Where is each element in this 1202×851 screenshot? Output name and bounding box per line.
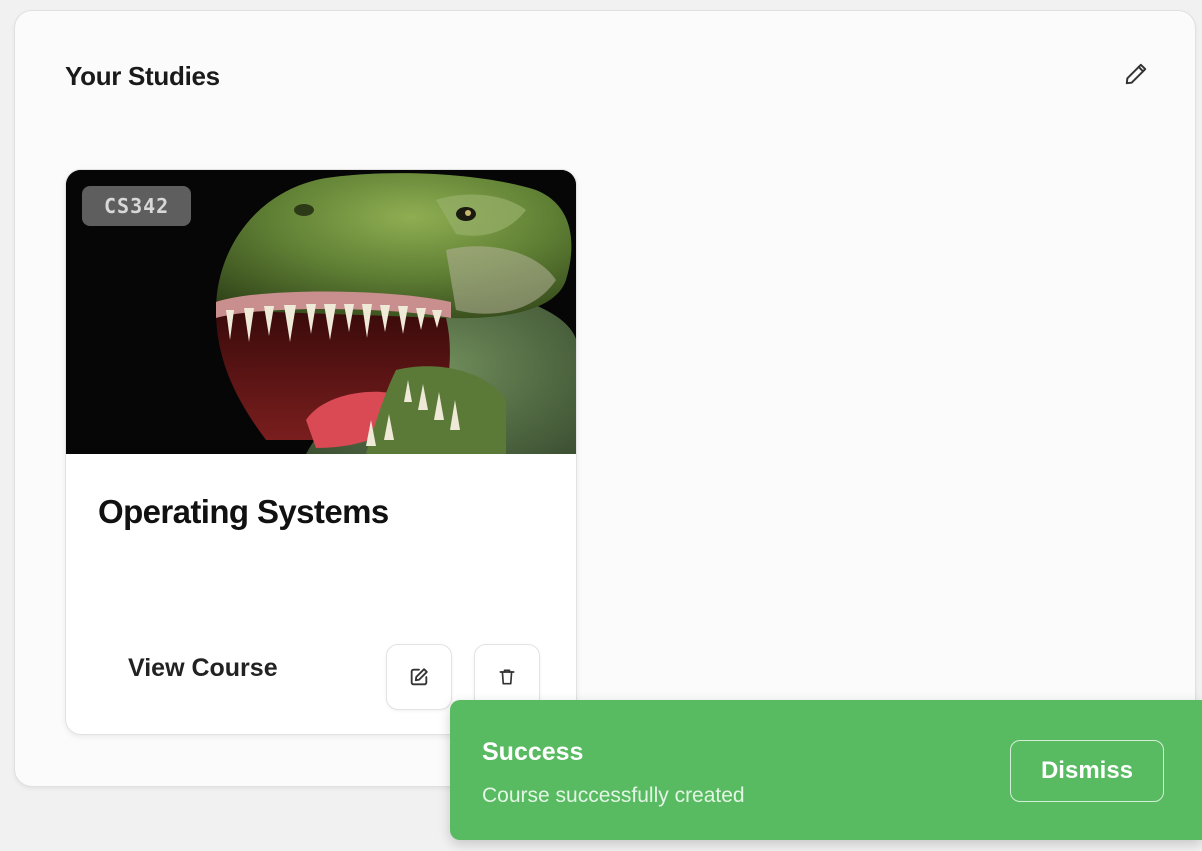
view-course-link[interactable]: View Course xyxy=(128,654,278,683)
pencil-icon xyxy=(1125,63,1147,85)
course-code-badge: CS342 xyxy=(82,186,192,226)
edit-course-button[interactable] xyxy=(386,644,452,710)
success-toast: Success Course successfully created Dism… xyxy=(450,700,1202,840)
your-studies-panel: Your Studies CS342 Operating Systems Vie… xyxy=(14,10,1196,787)
trash-icon xyxy=(499,669,515,685)
dismiss-button[interactable]: Dismiss xyxy=(1010,740,1164,802)
course-card: CS342 Operating Systems View Course xyxy=(65,169,577,735)
course-image: CS342 xyxy=(66,170,576,454)
panel-title: Your Studies xyxy=(65,61,220,91)
toast-title: Success xyxy=(482,738,584,766)
panel-edit-button[interactable] xyxy=(1119,57,1153,91)
course-title: Operating Systems xyxy=(98,493,389,530)
edit-square-icon xyxy=(410,668,428,686)
toast-message: Course successfully created xyxy=(482,784,745,807)
